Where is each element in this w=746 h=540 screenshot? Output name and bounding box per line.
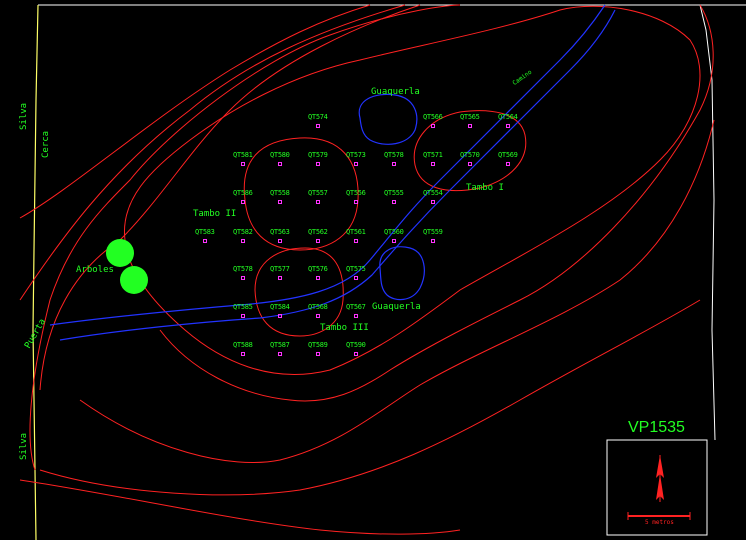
fence-line <box>32 4 39 540</box>
grid-point-marker <box>241 276 245 280</box>
pond-top <box>358 93 418 145</box>
grid-point-marker <box>354 276 358 280</box>
label-silva-bottom: Silva <box>19 432 29 460</box>
grid-point-label: QT561 <box>346 228 366 236</box>
grid-point-marker <box>354 314 358 318</box>
grid-point-label: QT556 <box>346 189 366 197</box>
grid-point-marker <box>354 352 358 356</box>
grid-point-marker <box>354 200 358 204</box>
grid-point-marker <box>316 239 320 243</box>
scale-label: 5 metros <box>645 519 674 526</box>
grid-point-marker <box>506 124 510 128</box>
grid-point-marker <box>316 200 320 204</box>
grid-point-marker <box>241 352 245 356</box>
grid-point-marker <box>241 239 245 243</box>
contour-outer-1 <box>19 4 371 219</box>
grid-point-marker <box>468 162 472 166</box>
label-guaquerla-bottom: Guaquerla <box>372 302 421 312</box>
grid-point-label: QT589 <box>308 341 328 349</box>
label-cerca: Cerca <box>41 130 51 158</box>
tree-circle-2 <box>120 266 148 294</box>
grid-point-marker <box>278 200 282 204</box>
label-tambo-3: Tambo III <box>320 323 369 333</box>
grid-point-label: QT567 <box>346 303 366 311</box>
grid-point-label: QT579 <box>308 151 328 159</box>
grid-point-marker <box>316 162 320 166</box>
pond-bottom <box>379 246 425 301</box>
contour-bottom <box>19 479 461 535</box>
label-tambo-2: Tambo II <box>193 209 237 219</box>
grid-point-label: QT557 <box>308 189 328 197</box>
grid-point-label: QT585 <box>233 303 253 311</box>
label-guaquerla-top: Guaquerla <box>371 87 420 97</box>
grid-point-label: QT575 <box>346 265 366 273</box>
contour-main <box>29 4 461 471</box>
grid-point-label: QT564 <box>498 113 518 121</box>
grid-point-label: QT577 <box>270 265 290 273</box>
grid-point-marker <box>278 162 282 166</box>
grid-point-label: QT570 <box>460 151 480 159</box>
grid-point-label: QT566 <box>423 113 443 121</box>
contour-lower-2 <box>79 119 715 463</box>
label-silva-top: Silva <box>19 102 29 130</box>
grid-point-marker <box>278 352 282 356</box>
grid-point-marker <box>354 162 358 166</box>
map-id-label: VP1535 <box>628 419 685 436</box>
grid-point-label: QT560 <box>384 228 404 236</box>
grid-point-label: QT558 <box>270 189 290 197</box>
grid-point-label: QT571 <box>423 151 443 159</box>
grid-point-label: QT559 <box>423 228 443 236</box>
grid-point-label: QT578 <box>233 265 253 273</box>
grid-point-marker <box>316 352 320 356</box>
contour-inner-large <box>123 5 701 375</box>
grid-point-marker <box>316 314 320 318</box>
grid-point-marker <box>431 239 435 243</box>
grid-point-marker <box>278 314 282 318</box>
grid-point-label: QT554 <box>423 189 443 197</box>
grid-point-label: QT588 <box>233 341 253 349</box>
grid-point-label: QT573 <box>346 151 366 159</box>
contour-lines <box>19 4 715 535</box>
grid-point-marker <box>316 276 320 280</box>
contour-tambo-2 <box>243 137 359 251</box>
grid-point-label: QT590 <box>346 341 366 349</box>
grid-point-label: QT582 <box>233 228 253 236</box>
grid-point-label: QT562 <box>308 228 328 236</box>
grid-point-label: QT580 <box>270 151 290 159</box>
grid-point-label: QT563 <box>270 228 290 236</box>
grid-point-marker <box>431 162 435 166</box>
grid-point-marker <box>431 200 435 204</box>
grid-point-label: QT584 <box>270 303 290 311</box>
grid-point-marker <box>241 162 245 166</box>
grid-point-label: QT586 <box>233 189 253 197</box>
north-arrow-icon <box>656 455 664 502</box>
grid-point-label: QT574 <box>308 113 328 121</box>
label-tambo-1: Tambo I <box>466 183 504 193</box>
grid-point-marker <box>354 239 358 243</box>
grid-point-label: QT565 <box>460 113 480 121</box>
grid-point-label: QT578 <box>384 151 404 159</box>
tree-circle-1 <box>106 239 134 267</box>
grid-point-label: QT555 <box>384 189 404 197</box>
grid-point-label: QT576 <box>308 265 328 273</box>
grid-point-label: QT587 <box>270 341 290 349</box>
grid-point-marker <box>278 239 282 243</box>
grid-point-label: QT569 <box>498 151 518 159</box>
grid-point-marker <box>278 276 282 280</box>
grid-point-marker <box>431 124 435 128</box>
label-arboles: Arboles <box>76 265 114 275</box>
grid-point-marker <box>468 124 472 128</box>
grid-point-marker <box>316 124 320 128</box>
grid-point-label: QT581 <box>233 151 253 159</box>
grid-point-marker <box>241 314 245 318</box>
grid-point-marker <box>241 200 245 204</box>
grid-point-marker <box>203 239 207 243</box>
grid-point-label: QT568 <box>308 303 328 311</box>
grid-point-marker <box>506 162 510 166</box>
grid-point-marker <box>392 200 396 204</box>
grid-point-label: QT583 <box>195 228 215 236</box>
grid-point-marker <box>392 162 396 166</box>
grid-point-marker <box>392 239 396 243</box>
